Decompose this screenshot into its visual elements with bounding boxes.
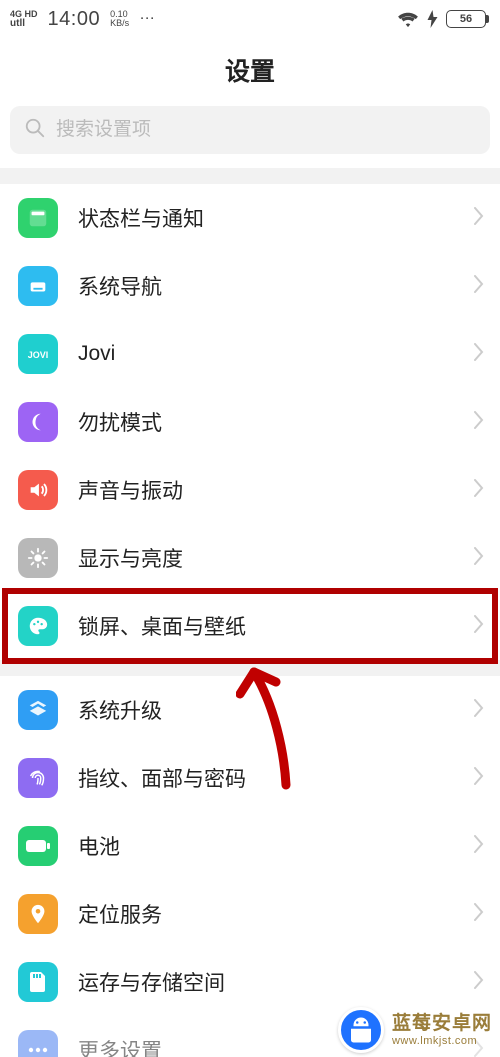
search-section: [0, 106, 500, 168]
item-label: 运存与存储空间: [78, 967, 454, 997]
watermark-text: 蓝莓安卓网 www.lmkjst.com: [392, 1013, 492, 1047]
watermark: 蓝莓安卓网 www.lmkjst.com: [330, 1003, 500, 1057]
clock: 14:00: [48, 8, 101, 31]
item-label: 状态栏与通知: [78, 203, 454, 233]
item-jovi[interactable]: JOVI Jovi: [0, 320, 500, 388]
chevron-right-icon: [474, 835, 484, 858]
chevron-right-icon: [474, 207, 484, 230]
wifi-icon: [397, 10, 419, 28]
item-label: 显示与亮度: [78, 543, 454, 573]
chevron-right-icon: [474, 903, 484, 926]
settings-group-2: 系统升级 指纹、面部与密码 电池 定位服务 运存与存储空间 更多设置: [0, 676, 500, 1057]
search-icon: [24, 117, 46, 144]
more-notification-icon: …: [139, 6, 156, 24]
item-label: 系统升级: [78, 695, 454, 725]
status-right: 56: [397, 10, 486, 28]
item-location[interactable]: 定位服务: [0, 880, 500, 948]
item-battery[interactable]: 电池: [0, 812, 500, 880]
navigation-icon: [18, 266, 58, 306]
item-update[interactable]: 系统升级: [0, 676, 500, 744]
chevron-right-icon: [474, 615, 484, 638]
item-label: 系统导航: [78, 271, 454, 301]
chevron-right-icon: [474, 343, 484, 366]
status-left: 4G HD utll 14:00 0.10 KB/s …: [10, 8, 156, 31]
battery-icon: [18, 826, 58, 866]
item-lockscreen[interactable]: 锁屏、桌面与壁纸: [0, 592, 500, 660]
location-icon: [18, 894, 58, 934]
item-sound[interactable]: 声音与振动: [0, 456, 500, 524]
update-icon: [18, 690, 58, 730]
item-dnd[interactable]: 勿扰模式: [0, 388, 500, 456]
chevron-right-icon: [474, 971, 484, 994]
net-speed: 0.10 KB/s: [110, 10, 129, 28]
chevron-right-icon: [474, 699, 484, 722]
speaker-icon: [18, 470, 58, 510]
search-box[interactable]: [10, 106, 490, 154]
item-label: 电池: [78, 831, 454, 861]
search-input[interactable]: [56, 119, 476, 141]
more-icon: [18, 1030, 58, 1057]
page-title: 设置: [0, 38, 500, 106]
item-label: 声音与振动: [78, 475, 454, 505]
item-biometric[interactable]: 指纹、面部与密码: [0, 744, 500, 812]
item-statusbar[interactable]: 状态栏与通知: [0, 184, 500, 252]
charging-icon: [427, 10, 438, 28]
item-display[interactable]: 显示与亮度: [0, 524, 500, 592]
settings-group-1: 状态栏与通知 系统导航 JOVI Jovi 勿扰模式 声音与振动 显示与: [0, 184, 500, 660]
brightness-icon: [18, 538, 58, 578]
item-label: 锁屏、桌面与壁纸: [78, 611, 454, 641]
chevron-right-icon: [474, 411, 484, 434]
chevron-right-icon: [474, 767, 484, 790]
chevron-right-icon: [474, 547, 484, 570]
jovi-icon: JOVI: [18, 334, 58, 374]
palette-icon: [18, 606, 58, 646]
sdcard-icon: [18, 962, 58, 1002]
svg-text:JOVI: JOVI: [28, 350, 49, 360]
status-bar: 4G HD utll 14:00 0.10 KB/s … 56: [0, 0, 500, 38]
network-indicator: 4G HD utll: [10, 10, 38, 29]
item-label: 指纹、面部与密码: [78, 763, 454, 793]
moon-icon: [18, 402, 58, 442]
item-label: 勿扰模式: [78, 407, 454, 437]
chevron-right-icon: [474, 479, 484, 502]
watermark-logo-icon: [338, 1007, 384, 1053]
item-label: 定位服务: [78, 899, 454, 929]
battery-indicator: 56: [446, 10, 486, 28]
item-label: Jovi: [78, 342, 454, 366]
chevron-right-icon: [474, 275, 484, 298]
fingerprint-icon: [18, 758, 58, 798]
item-navigation[interactable]: 系统导航: [0, 252, 500, 320]
statusbar-icon: [18, 198, 58, 238]
